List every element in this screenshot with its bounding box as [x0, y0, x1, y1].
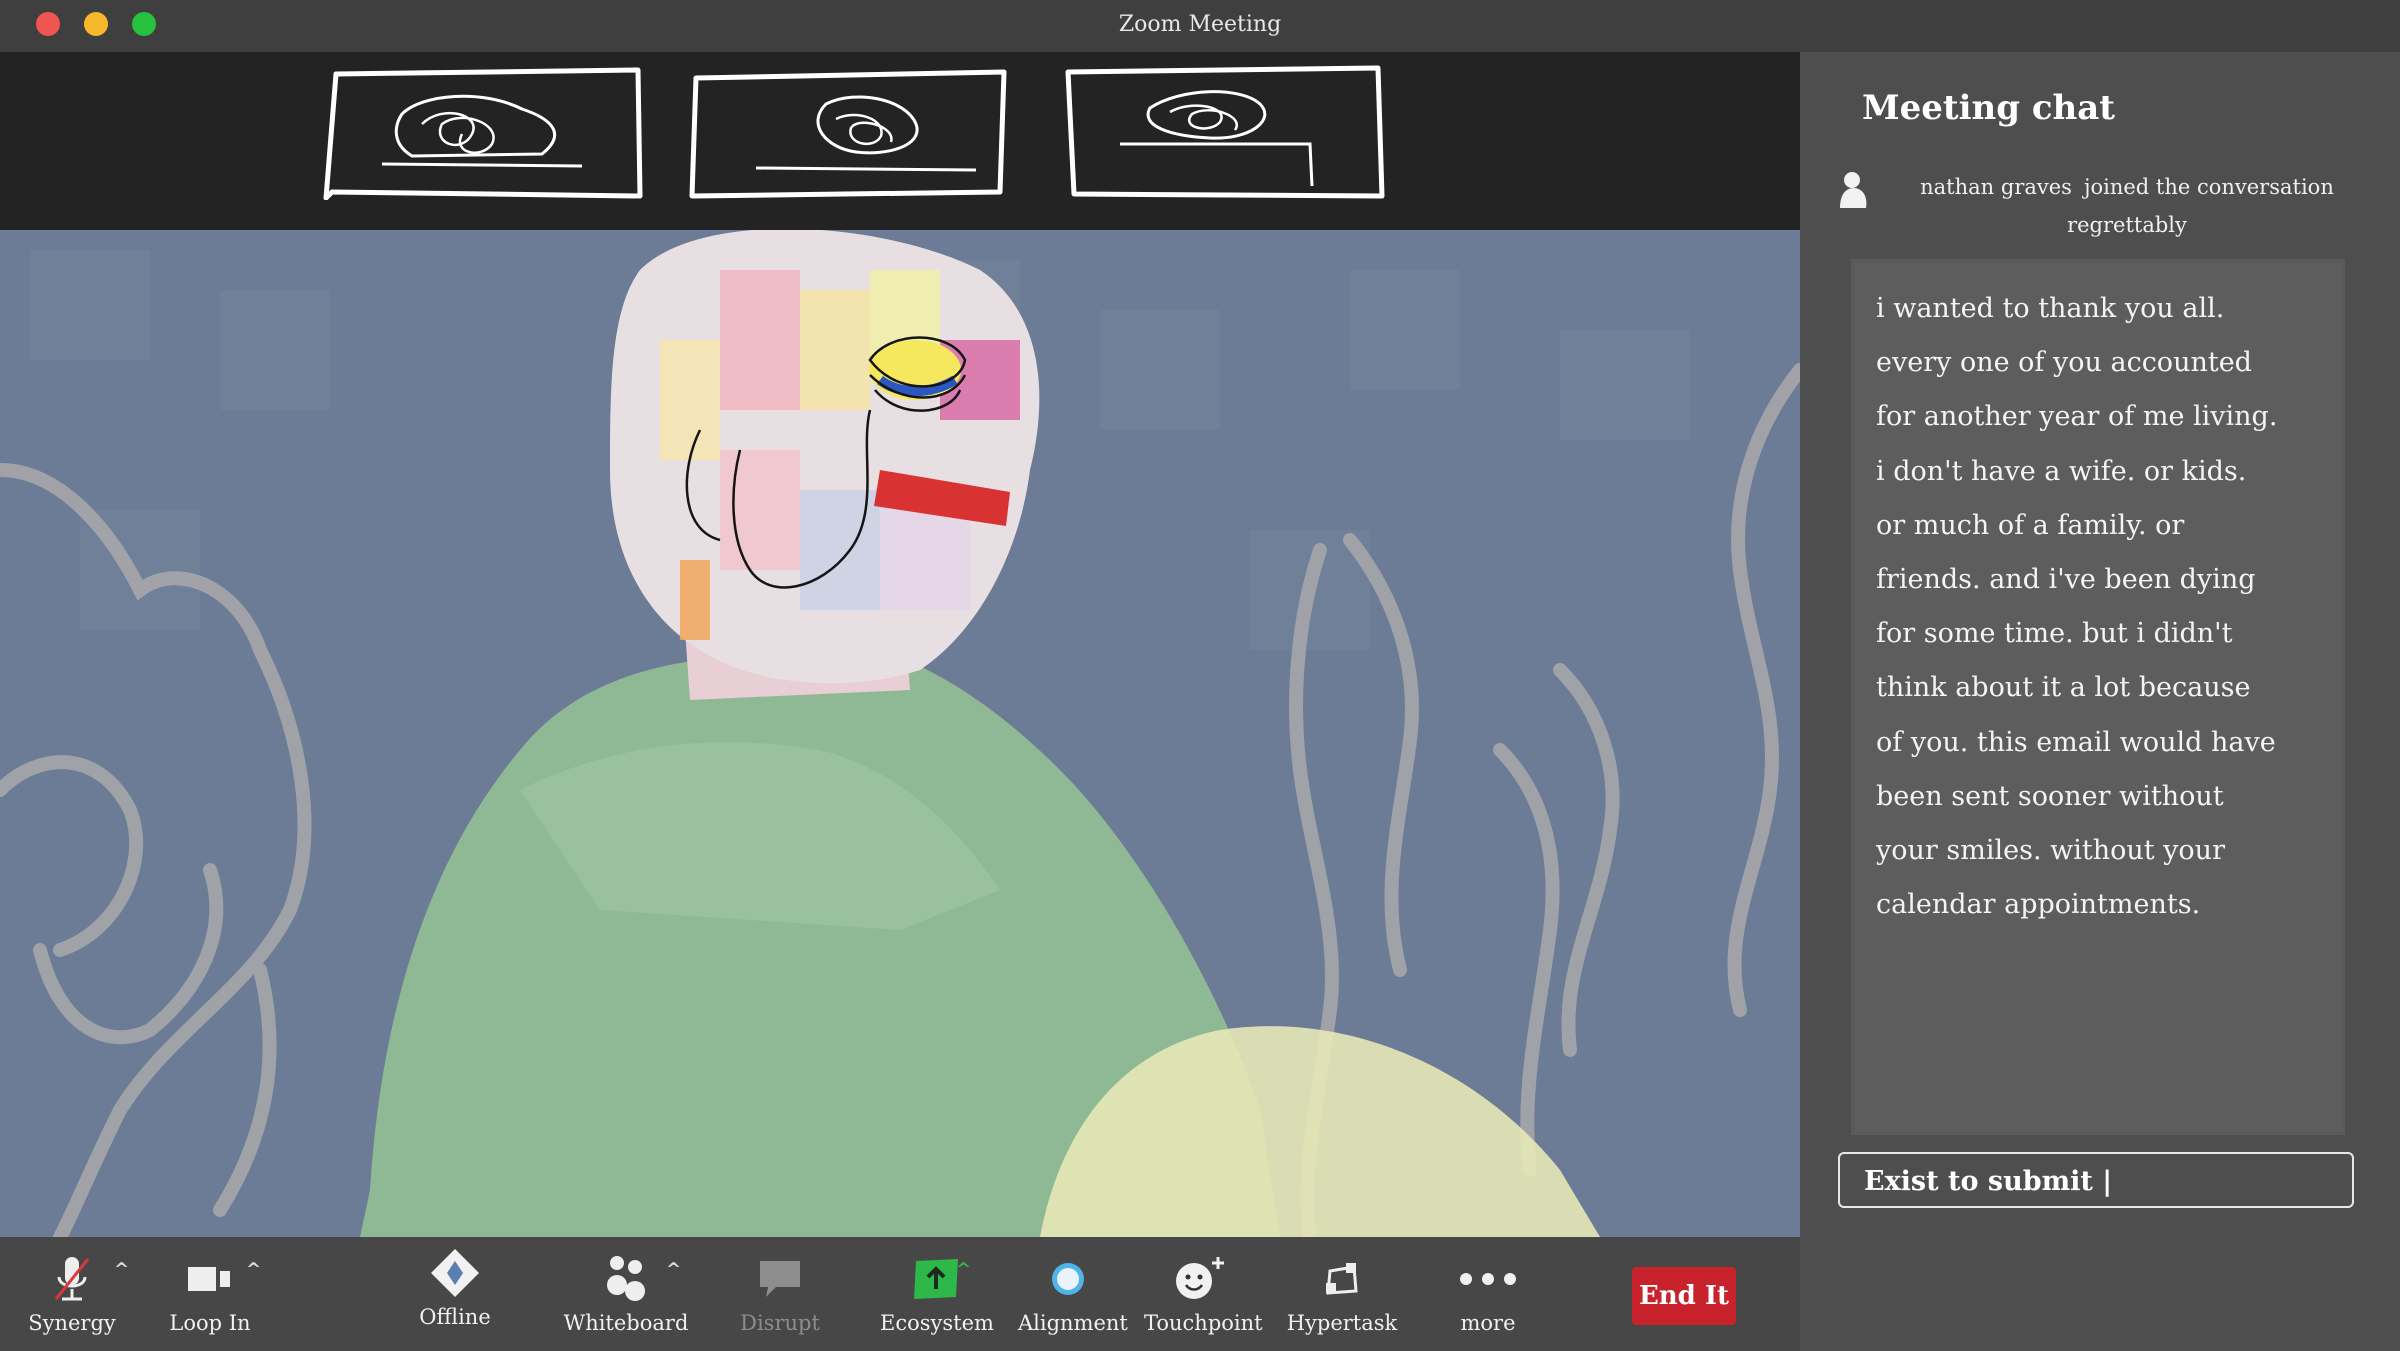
disrupt-label: Disrupt [740, 1311, 820, 1335]
title-bar: Zoom Meeting [0, 0, 2400, 52]
circle-icon [1052, 1263, 1084, 1295]
chat-input-value[interactable]: Exist to submit | [1864, 1166, 2112, 1197]
ecosystem-label: Ecosystem [880, 1311, 994, 1335]
ellipsis-icon [1460, 1273, 1516, 1285]
ecosystem-options-caret[interactable]: ^ [956, 1259, 971, 1280]
participant-thumbnail[interactable] [686, 64, 1016, 200]
participants-icon [607, 1256, 645, 1301]
participant-thumbnail[interactable] [1060, 64, 1390, 200]
smiley-plus-icon [1176, 1257, 1224, 1299]
ecosystem-button[interactable]: Ecosystem [880, 1251, 994, 1341]
hypertask-label: Hypertask [1286, 1311, 1398, 1335]
meeting-toolbar: Synergy ^ Loop In ^ Offline Whiteboard ^… [0, 1237, 1800, 1351]
disrupt-button[interactable]: Disrupt [730, 1251, 830, 1341]
speech-bubble-icon [760, 1261, 800, 1297]
synergy-label: Synergy [28, 1311, 116, 1335]
more-label: more [1460, 1311, 1516, 1335]
alignment-label: Alignment [1018, 1311, 1128, 1335]
video-camera-icon [188, 1267, 230, 1291]
join-action-text: joined the conversation [2083, 175, 2334, 199]
loop-in-options-caret[interactable]: ^ [246, 1259, 261, 1280]
main-video-feed[interactable] [0, 230, 1800, 1237]
chat-message-bubble: i wanted to thank you all. every one of … [1854, 262, 2342, 1132]
chat-message-text: i wanted to thank you all. every one of … [1876, 293, 2278, 921]
offline-button[interactable]: Offline [405, 1245, 505, 1335]
join-notification: nathan graves joined the conversation reg… [1836, 164, 2376, 244]
loop-in-label: Loop In [169, 1311, 251, 1335]
microphone-muted-icon [54, 1257, 90, 1301]
whiteboard-options-caret[interactable]: ^ [666, 1259, 681, 1280]
hypertask-button[interactable]: Hypertask [1280, 1251, 1404, 1341]
join-notification-text: nathan graves joined the conversation reg… [1884, 168, 2370, 244]
share-screen-icon [914, 1259, 958, 1299]
join-suffix-text: regrettably [2067, 213, 2187, 237]
participant-thumbnail[interactable] [322, 64, 652, 201]
touchpoint-button[interactable]: Touchpoint [1144, 1251, 1263, 1341]
chat-panel: Meeting chat nathan graves joined the con… [1800, 52, 2400, 1351]
end-meeting-button[interactable]: End It [1632, 1267, 1736, 1325]
offline-label: Offline [419, 1305, 491, 1329]
synergy-button[interactable]: Synergy [22, 1251, 122, 1341]
speaker-painting [0, 230, 1800, 1237]
participant-thumbnail-strip [0, 52, 1800, 230]
alignment-button[interactable]: Alignment [1018, 1251, 1128, 1341]
join-user-name: nathan graves [1920, 175, 2072, 199]
synergy-options-caret[interactable]: ^ [114, 1259, 129, 1280]
touchpoint-label: Touchpoint [1144, 1311, 1263, 1335]
apps-icon [1326, 1263, 1358, 1295]
loop-in-button[interactable]: Loop In [160, 1251, 260, 1341]
window-title: Zoom Meeting [1118, 12, 1282, 37]
diamond-icon [431, 1249, 479, 1297]
user-icon [1840, 172, 1867, 208]
chat-panel-title: Meeting chat [1862, 88, 2116, 128]
more-button[interactable]: more [1438, 1251, 1538, 1341]
whiteboard-label: Whiteboard [563, 1311, 689, 1335]
chat-input-field[interactable]: Exist to submit | [1838, 1152, 2354, 1208]
